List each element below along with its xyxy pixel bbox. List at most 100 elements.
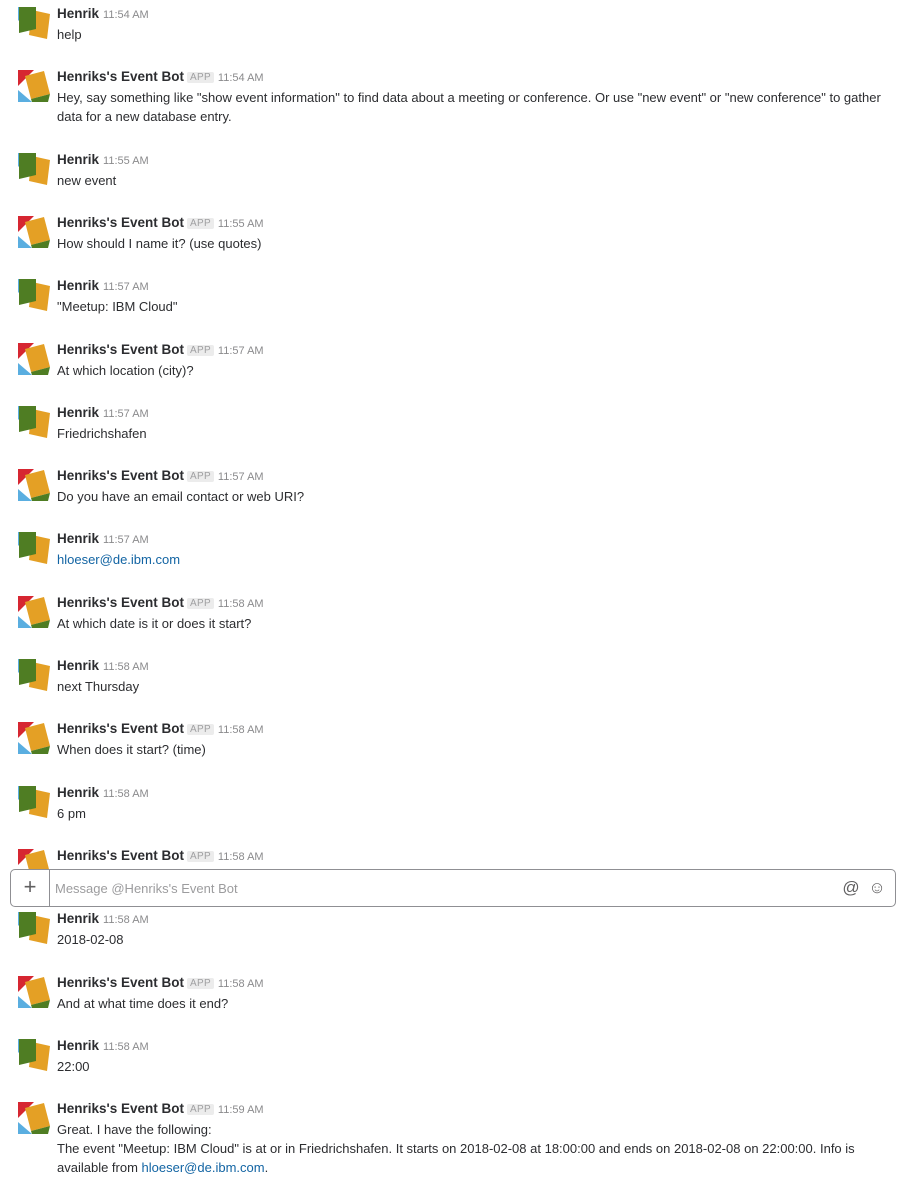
sender-name[interactable]: Henrik (57, 152, 99, 167)
message-header: Henrik 11:58 AM (57, 658, 149, 675)
message-header: Henrik 11:57 AM (57, 278, 149, 295)
user-avatar[interactable] (18, 1038, 50, 1071)
message-text-segment: The event "Meetup: IBM Cloud" is at or i… (57, 1141, 855, 1157)
message-input[interactable] (55, 878, 815, 898)
message-text: And at what time does it end? (57, 994, 887, 1013)
sender-name[interactable]: Henriks's Event Bot (57, 342, 184, 357)
message-text: The event "Meetup: IBM Cloud" is at or i… (57, 1139, 887, 1158)
user-avatar[interactable] (18, 912, 50, 945)
message-text: At which date is it or does it start? (57, 614, 887, 633)
bot-avatar[interactable] (18, 70, 50, 103)
message-header: Henrik 11:58 AM (57, 785, 149, 802)
timestamp[interactable]: 11:59 AM (218, 1104, 264, 1116)
message-header: Henriks's Event Bot APP 11:55 AM (57, 215, 264, 232)
user-avatar[interactable] (18, 659, 50, 691)
message-text-segment: When does it start? (time) (57, 742, 206, 758)
message-header: Henriks's Event Bot APP 11:57 AM (57, 468, 264, 485)
email-link[interactable]: hloeser@de.ibm.com (142, 1160, 265, 1175)
user-avatar[interactable] (18, 785, 50, 818)
sender-name[interactable]: Henriks's Event Bot (57, 848, 184, 863)
sender-name[interactable]: Henrik (57, 911, 99, 926)
sender-name[interactable]: Henriks's Event Bot (57, 1101, 184, 1116)
sender-name[interactable]: Henrik (57, 405, 99, 420)
message-text-segment: Do you have an email contact or web URI? (57, 489, 305, 505)
bot-avatar[interactable] (18, 595, 50, 628)
timestamp[interactable]: 11:58 AM (103, 788, 149, 800)
message-text: Great. I have the following: (57, 1120, 887, 1139)
timestamp[interactable]: 11:57 AM (103, 281, 149, 293)
timestamp[interactable]: 11:55 AM (218, 218, 264, 230)
sender-name[interactable]: Henrik (57, 6, 99, 21)
message-text-segment: And at what time does it end? (57, 995, 229, 1011)
sender-name[interactable]: Henriks's Event Bot (57, 215, 184, 230)
timestamp[interactable]: 11:54 AM (103, 9, 149, 21)
timestamp[interactable]: 11:57 AM (218, 471, 264, 483)
bot-avatar[interactable] (18, 469, 50, 502)
message-text: Friedrichshafen (57, 424, 887, 443)
message-text: At which location (city)? (57, 361, 887, 380)
message-text-segment: Great. I have the following: (57, 1122, 212, 1138)
timestamp[interactable]: 11:58 AM (218, 978, 264, 990)
sender-name[interactable]: Henrik (57, 531, 99, 546)
sender-name[interactable]: Henriks's Event Bot (57, 468, 184, 483)
user-avatar[interactable] (18, 405, 50, 438)
bot-avatar[interactable] (18, 975, 50, 1008)
email-link[interactable]: hloeser@de.ibm.com (57, 552, 180, 567)
timestamp[interactable]: 11:57 AM (103, 408, 149, 420)
message-header: Henrik 11:54 AM (57, 6, 149, 23)
message-header: Henriks's Event Bot APP 11:57 AM (57, 342, 264, 359)
sender-name[interactable]: Henriks's Event Bot (57, 975, 184, 990)
timestamp[interactable]: 11:58 AM (103, 1041, 149, 1053)
message-text-segment: At which date is it or does it start? (57, 615, 252, 631)
timestamp[interactable]: 11:58 AM (218, 851, 264, 863)
sender-name[interactable]: Henrik (57, 278, 99, 293)
message-text-segment: available from (57, 1160, 142, 1176)
bot-avatar[interactable] (18, 1102, 50, 1135)
user-avatar[interactable] (18, 279, 50, 312)
at-icon[interactable]: @ (841, 878, 861, 898)
message-header: Henrik 11:58 AM (57, 1038, 149, 1055)
message-text-segment: next Thursday (57, 679, 140, 694)
sender-name[interactable]: Henrik (57, 785, 99, 800)
sender-name[interactable]: Henriks's Event Bot (57, 69, 184, 84)
timestamp[interactable]: 11:58 AM (218, 724, 264, 736)
user-avatar[interactable] (18, 152, 50, 185)
plus-icon[interactable]: + (11, 870, 50, 906)
message-text: available from hloeser@de.ibm.com. (57, 1158, 887, 1177)
timestamp[interactable]: 11:54 AM (218, 72, 264, 84)
bot-avatar[interactable] (18, 722, 50, 755)
message-text: When does it start? (time) (57, 740, 887, 759)
message-header: Henriks's Event Bot APP 11:58 AM (57, 975, 264, 992)
message-text-segment: 2018-02-08 (57, 932, 124, 948)
message-text-segment: How should I name it? (use quotes) (57, 235, 262, 251)
message-text: help (57, 25, 887, 44)
app-badge: APP (187, 724, 214, 736)
message-text: next Thursday (57, 677, 887, 696)
timestamp[interactable]: 11:58 AM (218, 598, 264, 610)
message-header: Henrik 11:57 AM (57, 405, 149, 422)
timestamp[interactable]: 11:55 AM (103, 155, 149, 167)
message-text: hloeser@de.ibm.com (57, 550, 887, 569)
timestamp[interactable]: 11:57 AM (103, 534, 149, 546)
sender-name[interactable]: Henriks's Event Bot (57, 721, 184, 736)
app-badge: APP (187, 471, 214, 483)
user-avatar[interactable] (18, 7, 50, 39)
sender-name[interactable]: Henriks's Event Bot (57, 595, 184, 610)
sender-name[interactable]: Henrik (57, 1038, 99, 1053)
message-text: Hey, say something like "show event info… (57, 88, 887, 107)
timestamp[interactable]: 11:58 AM (103, 661, 149, 673)
message-text-segment: . (264, 1160, 269, 1176)
timestamp[interactable]: 11:58 AM (103, 914, 149, 926)
message-text: new event (57, 171, 887, 190)
message-text-segment: 22:00 (57, 1058, 90, 1074)
bot-avatar[interactable] (18, 215, 50, 248)
sender-name[interactable]: Henrik (57, 658, 99, 673)
message-composer: + @ ☺ (10, 869, 896, 907)
message-text-segment: data for a new database entry. (57, 109, 232, 125)
bot-avatar[interactable] (18, 342, 50, 375)
app-badge: APP (187, 217, 214, 229)
app-badge: APP (187, 72, 214, 84)
user-avatar[interactable] (18, 532, 50, 565)
timestamp[interactable]: 11:57 AM (218, 345, 264, 357)
smiley-icon[interactable]: ☺ (867, 878, 887, 898)
